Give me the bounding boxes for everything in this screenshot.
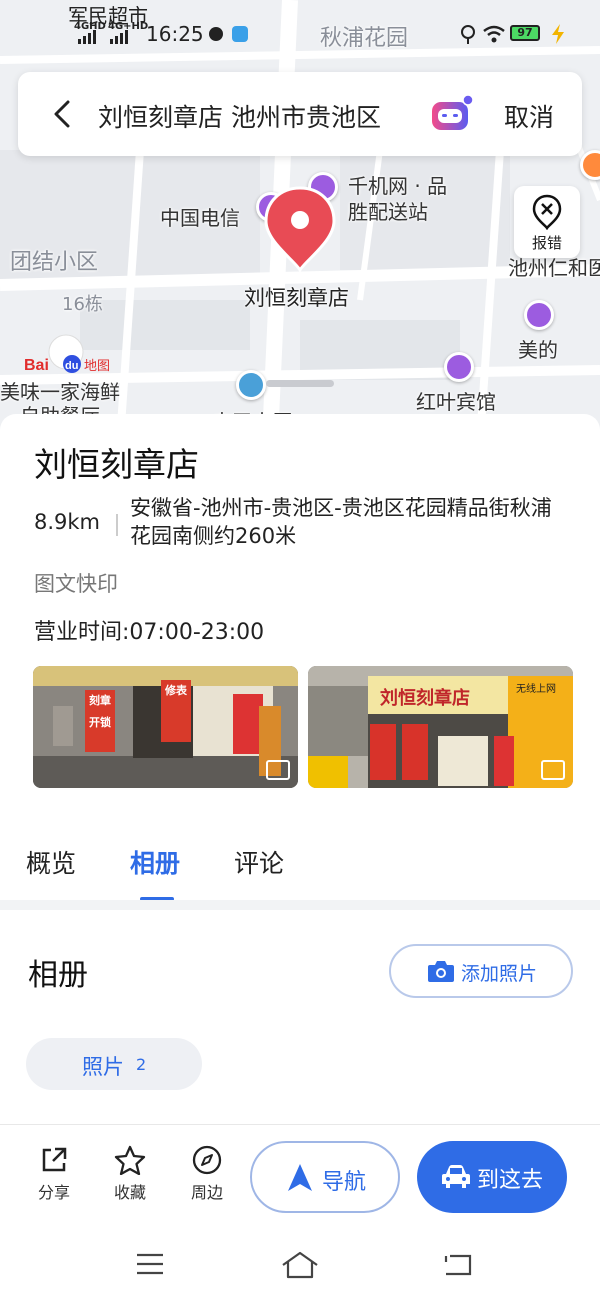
photo1-sign-text-3: 修表 [165, 684, 187, 697]
search-query-text[interactable]: 刘恒刻章店 池州市贵池区 [98, 98, 381, 134]
back-arrow-icon[interactable] [46, 96, 82, 132]
map-view[interactable]: 秋浦花园 团结小区 16栋 中国电信 千机网 · 品 胜配送站 刘恒刻章店 美味… [0, 0, 600, 440]
cancel-button[interactable]: 取消 [504, 98, 554, 134]
album-section-title: 相册 [28, 958, 88, 993]
search-bar[interactable]: 刘恒刻章店 池州市贵池区 取消 [18, 72, 582, 156]
map-label-qianji-line2[interactable]: 胜配送站 [348, 196, 428, 225]
poi-marker-zhongtian[interactable] [236, 370, 266, 400]
back-nav-icon[interactable] [442, 1250, 474, 1278]
navigation-arrow-icon [288, 1164, 312, 1191]
svg-text:du: du [65, 360, 78, 372]
bottom-action-bar: 分享 收藏 周边 导航 到这去 [0, 1124, 600, 1234]
go-here-label: 到这去 [477, 1168, 544, 1193]
share-label: 分享 [37, 1183, 70, 1202]
poi-address[interactable]: 安徽省-池州市-贵池区-贵池区花园精品街秋浦花园南侧约260米 [130, 494, 560, 550]
wifi-icon [483, 25, 505, 43]
home-icon[interactable] [280, 1250, 320, 1280]
poi-distance: 8.9km [34, 510, 101, 534]
signal-icon [78, 30, 128, 44]
photo2-sign-wifi: 无线上网 [516, 684, 556, 695]
image-icon [541, 760, 565, 780]
map-label-qianji-line1[interactable]: 千机网 · 品 [348, 170, 447, 199]
map-label-china-telecom[interactable]: 中国电信 [160, 202, 240, 231]
clock: 16:25 [146, 22, 204, 46]
map-marker-x-icon [532, 194, 562, 230]
share-button[interactable]: 分享 [24, 1145, 84, 1203]
shop-photo-2[interactable]: 刘恒刻章店 无线上网 [308, 666, 573, 788]
svg-text:Bai: Bai [24, 357, 49, 374]
sheet-drag-handle[interactable] [266, 380, 334, 387]
app-notification-icons [209, 26, 248, 42]
poi-category: 图文快印 [34, 572, 118, 596]
tab-reviews[interactable]: 评论 [234, 844, 284, 880]
photo1-sign-text-2: 开锁 [89, 716, 111, 729]
photo-chip-count: 2 [136, 1055, 147, 1074]
divider [116, 514, 118, 536]
tab-album[interactable]: 相册 [130, 844, 180, 880]
add-photo-button[interactable]: 添加照片 [389, 944, 573, 998]
share-icon [42, 1147, 67, 1172]
car-icon [442, 1165, 470, 1188]
battery-indicator: 97 [510, 25, 540, 41]
favorite-button[interactable]: 收藏 [100, 1145, 160, 1203]
favorite-label: 收藏 [113, 1183, 146, 1202]
camera-icon [428, 961, 454, 982]
photo1-sign-text-1: 刻章 [89, 694, 111, 707]
poi-marker-meide[interactable] [524, 300, 554, 330]
map-label-meide[interactable]: 美的 [518, 334, 558, 363]
poi-marker-hongye[interactable] [444, 352, 474, 382]
poi-title: 刘恒刻章店 [34, 445, 199, 484]
section-separator [0, 900, 600, 910]
baidu-map-logo: Bai du 地图 [24, 334, 110, 374]
navigate-label: 导航 [322, 1170, 367, 1195]
menu-icon[interactable] [134, 1250, 166, 1278]
tab-overview[interactable]: 概览 [26, 844, 76, 880]
poi-hours: 营业时间:07:00-23:00 [34, 620, 265, 645]
poi-detail-sheet: 刘恒刻章店 8.9km 安徽省-池州市-贵池区-贵池区花园精品街秋浦花园南侧约2… [0, 414, 600, 1124]
location-status-icon [461, 25, 475, 44]
map-label-building-16: 16栋 [62, 294, 103, 315]
photo-chip-label: 照片 [82, 1055, 124, 1079]
star-icon [114, 1145, 146, 1175]
location-pin-icon[interactable] [264, 186, 336, 272]
photo2-sign-title: 刘恒刻章店 [380, 688, 470, 709]
photo-filter-chip[interactable]: 照片 2 [26, 1038, 202, 1090]
image-icon [266, 760, 290, 780]
report-error-label: 报错 [531, 234, 562, 252]
system-navigation-bar [0, 1234, 600, 1300]
album-section: 相册 添加照片 照片 2 [0, 910, 600, 1124]
svg-text:地图: 地图 [84, 359, 110, 374]
status-bar: 军民超市 4GHD 4G+HD 16:25 97 [0, 0, 600, 56]
navigate-button[interactable]: 导航 [250, 1141, 400, 1213]
map-label-hongye[interactable]: 红叶宾馆 [416, 386, 496, 415]
shop-photo-1[interactable]: 刻章 开锁 修表 [33, 666, 298, 788]
map-label-tuanjie: 团结小区 [10, 250, 99, 275]
charging-icon [552, 24, 564, 44]
map-label-shop[interactable]: 刘恒刻章店 [244, 282, 349, 312]
add-photo-label: 添加照片 [461, 963, 538, 985]
compass-icon [192, 1145, 222, 1175]
voice-assistant-icon[interactable] [430, 94, 474, 134]
report-error-button[interactable]: 报错 [514, 186, 580, 258]
nearby-label: 周边 [190, 1183, 223, 1202]
nearby-button[interactable]: 周边 [177, 1145, 237, 1203]
go-here-button[interactable]: 到这去 [417, 1141, 567, 1213]
